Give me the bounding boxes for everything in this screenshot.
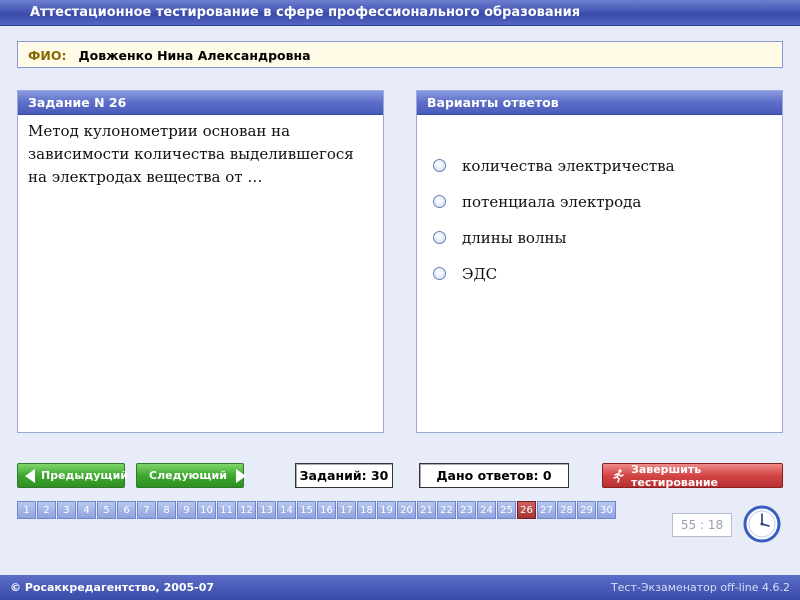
question-number-button[interactable]: 2 (37, 501, 56, 519)
question-number-button[interactable]: 29 (577, 501, 596, 519)
answered-count: Дано ответов: 0 (419, 463, 569, 488)
question-number-button[interactable]: 17 (337, 501, 356, 519)
fio-bar: ФИО: Довженко Нина Александровна (17, 41, 783, 68)
clock-icon (743, 505, 781, 543)
radio-button[interactable] (433, 159, 446, 172)
question-panel: Задание N 26 Метод кулонометрии основан … (17, 90, 384, 433)
previous-button[interactable]: Предыдущий (17, 463, 129, 488)
tasks-count: Заданий: 30 (295, 463, 393, 488)
question-number-button[interactable]: 22 (437, 501, 456, 519)
question-text: Метод кулонометрии основан на зависимост… (28, 122, 354, 186)
arrow-left-icon (25, 468, 35, 483)
question-number-button[interactable]: 26 (517, 501, 536, 519)
answer-option[interactable]: ЭДС (433, 247, 782, 300)
question-number-button[interactable]: 13 (257, 501, 276, 519)
question-number-button[interactable]: 24 (477, 501, 496, 519)
question-number-button[interactable]: 6 (117, 501, 136, 519)
previous-label: Предыдущий (41, 469, 129, 482)
question-number-button[interactable]: 25 (497, 501, 516, 519)
question-number-button[interactable]: 11 (217, 501, 236, 519)
finish-test-button[interactable]: Завершить тестирование (602, 462, 783, 489)
timer-display: 55 : 18 (672, 513, 732, 537)
answer-list: количества электричества потенциала элек… (417, 115, 782, 300)
arrow-right-icon (235, 468, 246, 483)
question-number-button[interactable]: 14 (277, 501, 296, 519)
question-number-button[interactable]: 16 (317, 501, 336, 519)
window-title: Аттестационное тестирование в сфере проф… (0, 0, 800, 26)
answer-label[interactable]: потенциала электрода (462, 193, 641, 211)
answer-label[interactable]: ЭДС (462, 265, 497, 283)
answer-label[interactable]: количества электричества (462, 157, 675, 175)
finish-label: Завершить тестирование (631, 462, 719, 489)
radio-button[interactable] (433, 195, 446, 208)
question-number-bar: 1 2 3 4 5 6 7 8 9 10 11 12 13 14 15 16 17 18 19 20 21 22 23 24 2… (17, 501, 617, 519)
question-number-button[interactable]: 27 (537, 501, 556, 519)
question-number-button[interactable]: 4 (77, 501, 96, 519)
fio-label: ФИО: (28, 48, 67, 63)
question-number-button[interactable]: 1 (17, 501, 36, 519)
footer-version: Тест-Экзаменатор off-line 4.6.2 (610, 581, 790, 594)
question-number-button[interactable]: 3 (57, 501, 76, 519)
question-number-button[interactable]: 7 (137, 501, 156, 519)
answers-panel: Варианты ответов количества электричеств… (416, 90, 783, 433)
answers-header: Варианты ответов (417, 91, 782, 115)
question-number-button[interactable]: 21 (417, 501, 436, 519)
question-number-button[interactable]: 28 (557, 501, 576, 519)
answer-label[interactable]: длины волны (462, 229, 566, 247)
question-number-button[interactable]: 15 (297, 501, 316, 519)
footer-copyright: © Росаккредагентство, 2005-07 (10, 581, 215, 594)
next-label: Следующий (149, 469, 227, 482)
question-number-button[interactable]: 12 (237, 501, 256, 519)
question-number-button[interactable]: 9 (177, 501, 196, 519)
question-number-button[interactable]: 18 (357, 501, 376, 519)
fio-value: Довженко Нина Александровна (78, 48, 311, 63)
running-man-icon (611, 468, 625, 483)
question-header: Задание N 26 (18, 91, 383, 115)
radio-button[interactable] (433, 267, 446, 280)
question-number-button[interactable]: 30 (597, 501, 616, 519)
question-number-button[interactable]: 19 (377, 501, 396, 519)
question-number-button[interactable]: 10 (197, 501, 216, 519)
question-number-button[interactable]: 8 (157, 501, 176, 519)
question-number-button[interactable]: 20 (397, 501, 416, 519)
radio-button[interactable] (433, 231, 446, 244)
question-number-button[interactable]: 23 (457, 501, 476, 519)
question-number-button[interactable]: 5 (97, 501, 116, 519)
footer: © Росаккредагентство, 2005-07 Тест-Экзам… (0, 575, 800, 600)
next-button[interactable]: Следующий (136, 463, 246, 488)
